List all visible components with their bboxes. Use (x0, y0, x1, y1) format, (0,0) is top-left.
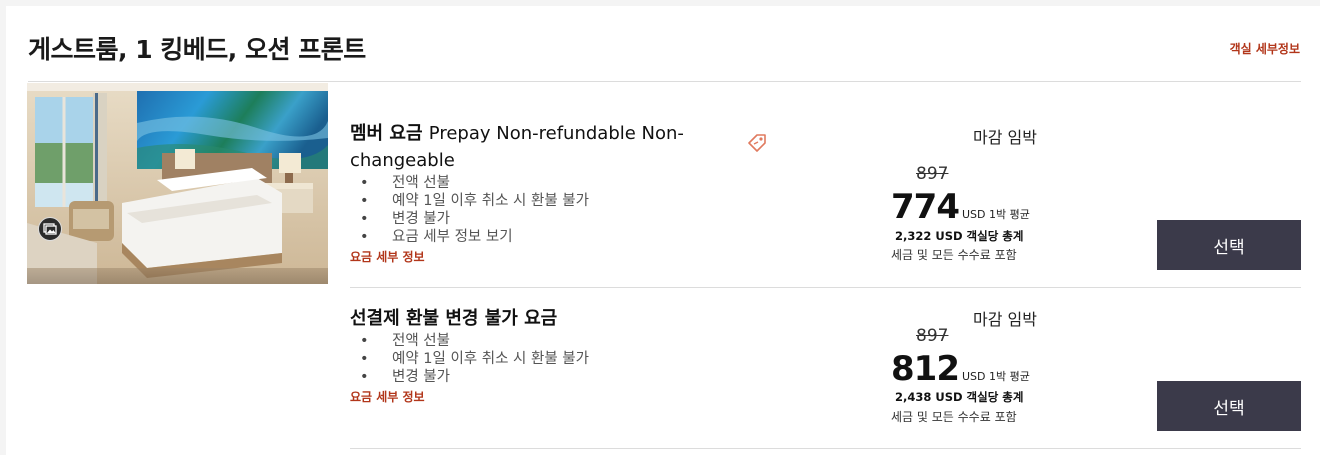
original-price: 897 (916, 326, 949, 346)
price-unit: USD 1박 평균 (961, 208, 1030, 221)
rate-name: 선결제 환불 변경 불가 요금 (350, 305, 1301, 332)
nightly-price: 774 (891, 187, 960, 227)
room-title: 게스트룸, 1 킹베드, 오션 프론트 (28, 35, 366, 64)
rate-name-ko: 멤버 요금 (350, 123, 423, 144)
divider (350, 448, 1301, 449)
room-photo-illustration (27, 83, 328, 284)
rate-details-link[interactable]: 요금 세부 정보 (350, 248, 425, 265)
rate-bullets: 전액 선불 예약 1일 이후 취소 시 환불 불가 변경 불가 (350, 332, 1301, 386)
original-price: 897 (916, 164, 949, 184)
divider (28, 81, 1301, 82)
gallery-icon (43, 223, 57, 235)
nightly-price: 812 (891, 349, 960, 389)
gallery-button[interactable] (38, 217, 62, 241)
deadline-label: 마감 임박 (973, 128, 1037, 147)
room-photo[interactable] (27, 83, 328, 284)
rate-name-ko: 선결제 환불 변경 불가 요금 (350, 308, 558, 329)
room-card: 게스트룸, 1 킹베드, 오션 프론트 객실 세부정보 멤버 요금 Prepay… (6, 6, 1320, 455)
select-button[interactable]: 선택 (1157, 381, 1301, 431)
room-details-link[interactable]: 객실 세부정보 (1230, 40, 1300, 57)
rate-details-link[interactable]: 요금 세부 정보 (350, 388, 425, 405)
total-price: 2,438 USD 객실당 총계 (895, 390, 1024, 404)
rate-name: 멤버 요금 Prepay Non-refundable Non-changeab… (350, 120, 720, 174)
price-unit: USD 1박 평균 (961, 370, 1030, 383)
price-row: 774 USD 1박 평균 (891, 190, 1030, 224)
tax-note: 세금 및 모든 수수료 포함 (891, 248, 1017, 262)
list-item: 전액 선불 (350, 332, 1301, 350)
list-item: 전액 선불 (350, 174, 1301, 192)
select-button[interactable]: 선택 (1157, 220, 1301, 270)
tax-note: 세금 및 모든 수수료 포함 (891, 410, 1017, 424)
deadline-label: 마감 임박 (973, 310, 1037, 329)
price-row: 812 USD 1박 평균 (891, 352, 1030, 386)
price-tag-icon (746, 132, 768, 158)
list-item: 예약 1일 이후 취소 시 환불 불가 (350, 350, 1301, 368)
divider (350, 287, 1301, 288)
list-item: 예약 1일 이후 취소 시 환불 불가 (350, 192, 1301, 210)
total-price: 2,322 USD 객실당 총계 (895, 229, 1024, 243)
